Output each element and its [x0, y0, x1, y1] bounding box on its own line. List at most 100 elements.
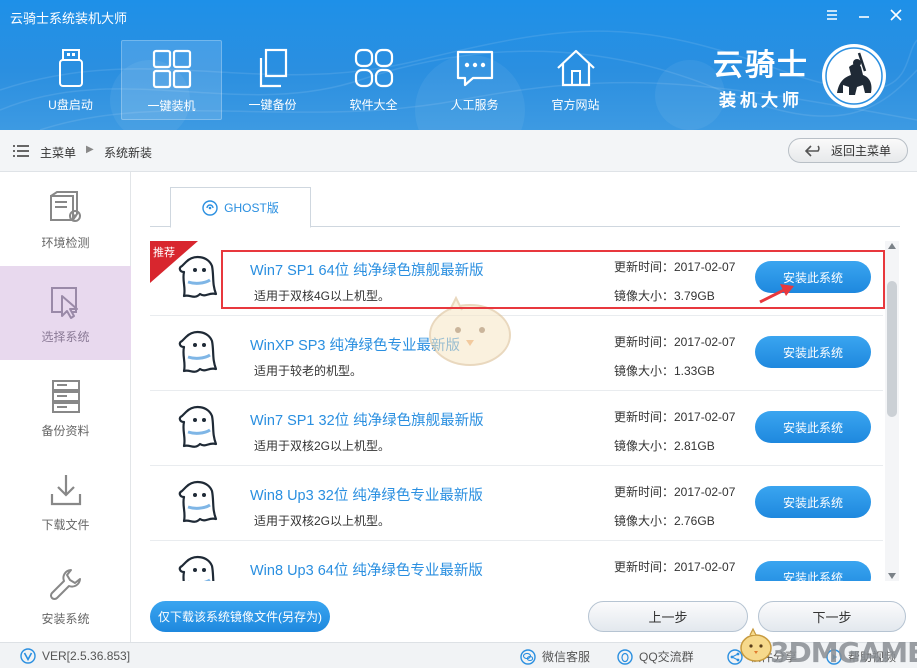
breadcrumb-current: 系统新装	[104, 146, 153, 160]
sidebar-label: 安装系统	[41, 612, 90, 626]
nav-one-click-backup[interactable]: 一键备份	[222, 40, 323, 120]
sidebar-label: 下载文件	[41, 518, 90, 532]
help-video-link[interactable]: 帮助视频	[826, 648, 896, 665]
wechat-label: 微信客服	[542, 650, 591, 664]
home-icon	[556, 49, 595, 87]
system-description: 适用于双核4G以上机型。	[254, 289, 391, 303]
prev-step-button[interactable]: 上一步	[588, 601, 748, 632]
ghost-mascot-icon	[178, 556, 215, 581]
tab-ghost[interactable]: GHOST版	[170, 187, 311, 228]
breadcrumb-arrow-icon: ▶	[86, 144, 94, 155]
sidebar-label: 环境检测	[41, 236, 90, 250]
qq-label: QQ交流群	[639, 650, 694, 664]
sidebar-label: 选择系统	[41, 330, 90, 344]
system-row[interactable]: Win8 Up3 32位 纯净绿色专业最新版 适用于双核2G以上机型。 更新时间…	[150, 466, 883, 541]
sidebar-item-backup-data[interactable]: 备份资料	[0, 360, 131, 454]
tab-label: GHOST版	[224, 201, 279, 215]
ghost-mascot-icon	[178, 331, 218, 373]
sidebar-label: 备份资料	[41, 424, 90, 438]
software-share-link[interactable]: 软件分享	[727, 648, 797, 665]
backup-copy-icon	[259, 48, 287, 88]
update-time: 更新时间：2017-02-07	[614, 335, 736, 349]
system-row[interactable]: WinXP SP3 纯净绿色专业最新版 适用于较老的机型。 更新时间：2017-…	[150, 316, 883, 391]
menu-icon[interactable]	[823, 6, 841, 24]
chat-bubble-icon	[456, 50, 493, 87]
install-system-button[interactable]: 安装此系统	[755, 336, 871, 368]
sidebar-item-env-check[interactable]: 环境检测	[0, 172, 131, 266]
minimize-icon[interactable]	[855, 6, 873, 24]
tab-bar: GHOST版	[150, 187, 900, 228]
system-title[interactable]: Win7 SP1 32位 纯净绿色旗舰最新版	[250, 409, 484, 430]
qq-penguin-icon	[617, 648, 633, 665]
system-description: 适用于双核2G以上机型。	[254, 439, 391, 453]
sidebar-item-install-system[interactable]: 安装系统	[0, 548, 131, 642]
wrench-icon	[49, 569, 81, 601]
qq-group-link[interactable]: QQ交流群	[617, 648, 694, 665]
video-play-icon	[826, 648, 842, 665]
breadcrumb-root[interactable]: 主菜单	[40, 144, 76, 161]
nav-label: 人工服务	[450, 98, 499, 112]
window-controls	[823, 6, 905, 24]
install-system-button[interactable]: 安装此系统	[755, 261, 871, 293]
knight-emblem-icon	[822, 43, 886, 108]
logo-name: 云骑士	[713, 48, 809, 83]
share-label: 软件分享	[749, 650, 798, 664]
update-time: 更新时间：2017-02-07	[614, 560, 736, 574]
cursor-select-icon	[50, 287, 78, 319]
nav-usb-boot[interactable]: U盘启动	[20, 40, 121, 120]
share-icon	[727, 648, 743, 665]
image-size: 镜像大小：2.76GB	[614, 514, 715, 528]
nav-official-site[interactable]: 官方网站	[525, 40, 626, 120]
nav-label: U盘启动	[48, 98, 93, 112]
logo-subtitle: 装机大师	[719, 91, 803, 110]
nav-manual-service[interactable]: 人工服务	[424, 40, 525, 120]
system-title[interactable]: WinXP SP3 纯净绿色专业最新版	[250, 334, 460, 355]
install-system-button[interactable]: 安装此系统	[755, 561, 871, 581]
main-nav: U盘启动 一键装机 一键备份 软件大全 人工服务 官方网站	[20, 40, 626, 120]
close-icon[interactable]	[887, 6, 905, 24]
install-system-button[interactable]: 安装此系统	[755, 486, 871, 518]
window-title: 云骑士系统装机大师	[10, 11, 128, 26]
nav-software[interactable]: 软件大全	[323, 40, 424, 120]
next-step-button[interactable]: 下一步	[758, 601, 906, 632]
back-to-main-button[interactable]: 返回主菜单	[788, 138, 908, 163]
server-stack-icon	[51, 380, 80, 413]
version-text: VER[2.5.36.853]	[42, 649, 131, 663]
download-icon	[50, 475, 81, 506]
scroll-up-icon[interactable]	[888, 243, 896, 249]
sidebar-item-download-files[interactable]: 下载文件	[0, 454, 131, 548]
ghost-mascot-icon	[178, 406, 218, 448]
app-header: 云骑士系统装机大师 U盘启动 一键装机 一键备份 软件大全 人工服务 官方网站 …	[0, 0, 917, 130]
update-time: 更新时间：2017-02-07	[614, 260, 736, 274]
ghost-disc-icon	[202, 199, 218, 216]
ghost-mascot-icon	[178, 481, 218, 523]
help-label: 帮助视频	[848, 650, 897, 664]
hardware-check-icon	[49, 191, 81, 222]
recommend-badge: 推荐	[153, 247, 175, 259]
system-title[interactable]: Win8 Up3 32位 纯净绿色专业最新版	[250, 484, 483, 505]
nav-label: 一键装机	[147, 99, 196, 113]
nav-label: 软件大全	[349, 98, 398, 112]
list-scrollbar[interactable]	[885, 241, 899, 581]
system-row[interactable]: Win8 Up3 64位 纯净绿色专业最新版 更新时间：2017-02-07 安…	[150, 541, 883, 581]
step-sidebar: 环境检测 选择系统 备份资料 下载文件 安装系统	[0, 172, 131, 642]
version-v-icon	[20, 648, 36, 664]
status-footer: VER[2.5.36.853] 微信客服 QQ交流群 软件分享 帮助视频	[0, 642, 917, 668]
windows-logo-icon	[152, 49, 191, 89]
system-description: 适用于较老的机型。	[254, 364, 363, 378]
scroll-down-icon[interactable]	[888, 573, 896, 579]
wechat-icon	[520, 648, 536, 665]
nav-label: 一键备份	[248, 98, 297, 112]
sidebar-item-select-system[interactable]: 选择系统	[0, 266, 131, 360]
nav-one-click-install[interactable]: 一键装机	[121, 40, 222, 120]
system-title[interactable]: Win7 SP1 64位 纯净绿色旗舰最新版	[250, 259, 484, 280]
nav-label: 官方网站	[551, 98, 600, 112]
install-system-button[interactable]: 安装此系统	[755, 411, 871, 443]
scroll-thumb[interactable]	[887, 281, 897, 417]
system-title[interactable]: Win8 Up3 64位 纯净绿色专业最新版	[250, 559, 483, 580]
brand-logo: 云骑士 装机大师	[713, 40, 889, 111]
system-row[interactable]: Win7 SP1 32位 纯净绿色旗舰最新版 适用于双核2G以上机型。 更新时间…	[150, 391, 883, 466]
system-row[interactable]: 推荐 Win7 SP1 64位 纯净绿色旗舰最新版 适用于双核4G以上机型。 更…	[150, 241, 883, 316]
download-only-button[interactable]: 仅下载该系统镜像文件(另存为)	[150, 601, 330, 632]
wechat-support-link[interactable]: 微信客服	[520, 648, 590, 665]
